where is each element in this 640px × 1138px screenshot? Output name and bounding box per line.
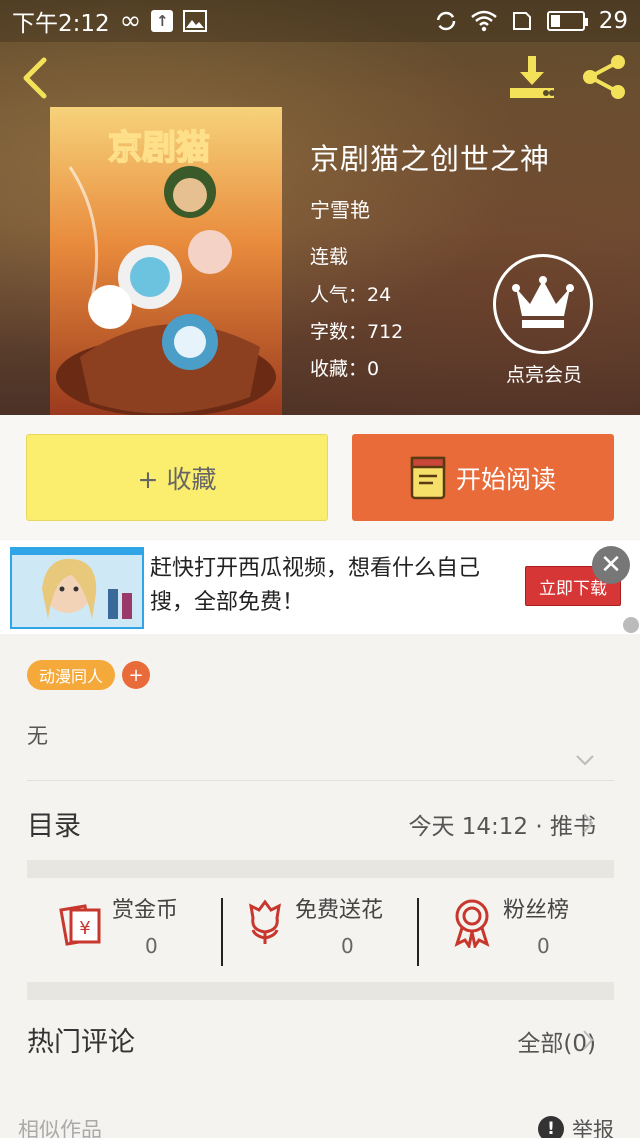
ad-marker-icon: [623, 617, 639, 633]
battery-level: 29: [598, 8, 628, 34]
book-info: 京剧猫之创世之神 宁雪艳 连载 人气：24 字数：712 收藏：0: [310, 136, 551, 380]
plus-icon: +: [128, 664, 144, 686]
share-button[interactable]: [578, 52, 630, 102]
download-icon: [510, 56, 555, 98]
image-icon: [183, 10, 208, 32]
book-title: 京剧猫之创世之神: [310, 142, 551, 176]
expand-chevron-icon[interactable]: [575, 752, 595, 768]
free-flowers-button[interactable]: 免费送花 0: [223, 878, 417, 996]
free-flowers-label: 免费送花: [295, 898, 384, 923]
favorite-label: + 收藏: [137, 464, 217, 494]
toc-chevron-icon[interactable]: [581, 812, 595, 834]
ad-image: [10, 547, 144, 629]
fan-ranking-button[interactable]: 粉丝榜 0: [419, 878, 614, 996]
stats-row: ¥ 赏金币 0 免费送花 0 粉丝榜 0: [27, 878, 614, 996]
hot-comments-title: 热门评论: [27, 1027, 135, 1058]
book-author[interactable]: 宁雪艳: [310, 194, 370, 223]
toc-title[interactable]: 目录: [27, 804, 81, 843]
upload-icon: ↑: [151, 10, 174, 32]
status-bar: 下午2:12 ∞ ↑ 29: [0, 0, 640, 42]
close-icon: ✕: [600, 550, 622, 580]
start-reading-label: 开始阅读: [455, 464, 556, 494]
book-icon: [410, 456, 446, 499]
infinity-icon: ∞: [119, 6, 142, 36]
status-time: 下午2:12: [12, 11, 110, 37]
similar-works-title: 相似作品: [18, 1118, 102, 1138]
download-button[interactable]: [506, 52, 558, 102]
report-button[interactable]: ! 举报: [538, 1114, 614, 1138]
reward-coins-label: 赏金币: [112, 898, 179, 923]
vip-button[interactable]: 点亮会员: [493, 254, 595, 387]
start-reading-button[interactable]: 开始阅读: [352, 434, 614, 521]
medal-icon: [454, 899, 490, 948]
genre-tag[interactable]: 动漫同人: [27, 660, 116, 690]
free-flowers-value: 0: [341, 934, 354, 958]
action-row: + 收藏 开始阅读: [0, 415, 640, 539]
book-favorites: 收藏：0: [310, 358, 380, 380]
book-popularity: 人气：24: [310, 284, 392, 306]
add-tag-button[interactable]: +: [122, 661, 150, 689]
fan-ranking-label: 粉丝榜: [503, 898, 570, 923]
favorite-button[interactable]: + 收藏: [26, 434, 328, 521]
ad-text: 赶快打开西瓜视频，想看什么自己搜，全部免费！: [150, 556, 481, 615]
back-button[interactable]: [14, 52, 58, 104]
ad-banner[interactable]: 赶快打开西瓜视频，想看什么自己搜，全部免费！ 立即下载: [0, 540, 640, 634]
report-label: 举报: [572, 1118, 614, 1138]
section-gap: [27, 982, 614, 1000]
wifi-icon: [470, 10, 497, 32]
reward-coins-button[interactable]: ¥ 赏金币 0: [27, 878, 221, 996]
toc-latest-update[interactable]: 今天 14:12 · 推书: [408, 807, 596, 841]
battery-icon: [546, 11, 588, 31]
fan-ranking-value: 0: [537, 934, 550, 958]
sync-icon: [435, 10, 457, 32]
flower-icon: [249, 899, 281, 944]
alert-icon: !: [538, 1116, 564, 1138]
book-description: 无: [27, 724, 48, 748]
book-header: 下午2:12 ∞ ↑ 29 京剧猫 京剧猫之创世之神 宁雪艳 连载 人气：24 …: [0, 0, 640, 415]
share-icon: [583, 55, 625, 99]
section-gap: [27, 860, 614, 878]
reward-coins-value: 0: [145, 934, 158, 958]
comments-chevron-icon[interactable]: [581, 1029, 595, 1051]
divider: [27, 780, 614, 781]
book-details: 动漫同人 + 无 目录 今天 14:12 · 推书 ¥ 赏金币 0 免费送花 0…: [0, 634, 640, 1138]
chevron-left-icon: [23, 57, 47, 99]
crown-icon: [512, 276, 574, 328]
ad-close-button[interactable]: ✕: [592, 546, 630, 584]
sim-icon: [511, 10, 533, 32]
cover-title: 京剧猫: [108, 128, 210, 168]
vip-label: 点亮会员: [505, 364, 582, 386]
book-cover[interactable]: 京剧猫: [50, 107, 282, 415]
red-envelope-icon: ¥: [59, 904, 101, 946]
book-word-count: 字数：712: [310, 321, 404, 343]
book-status: 连载: [310, 246, 349, 268]
svg-text:¥: ¥: [79, 918, 90, 939]
